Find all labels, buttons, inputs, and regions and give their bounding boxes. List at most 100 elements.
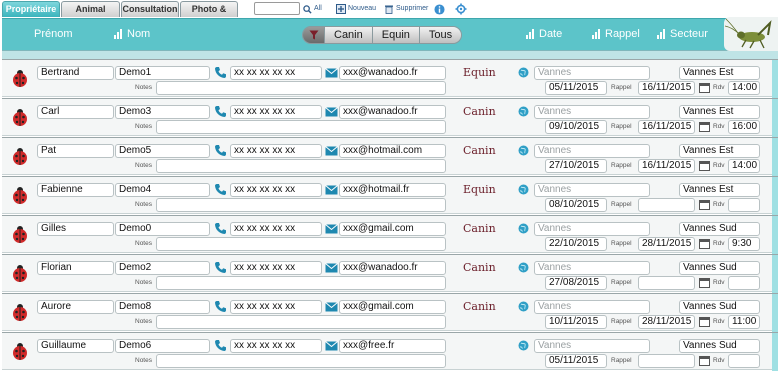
filter-canin-button[interactable]: Canin [325, 27, 373, 43]
notes-field[interactable] [156, 198, 446, 212]
reminder-field[interactable]: 16/11/2015 [638, 81, 695, 95]
globe-icon[interactable] [518, 340, 529, 351]
header-sector-sort[interactable]: Secteur [657, 28, 708, 40]
globe-icon[interactable] [518, 106, 529, 117]
city-field[interactable]: Vannes [534, 222, 650, 236]
phone-icon[interactable] [214, 105, 227, 118]
rdv-field[interactable]: 9:30 [728, 237, 760, 251]
globe-icon[interactable] [518, 262, 529, 273]
info-button[interactable] [434, 2, 445, 16]
email-icon[interactable] [325, 224, 338, 234]
phone-icon[interactable] [214, 339, 227, 352]
reminder-field[interactable] [638, 276, 695, 290]
email-icon[interactable] [325, 68, 338, 78]
calendar-icon[interactable] [699, 355, 710, 366]
sector-field[interactable]: Vannes Sud [679, 261, 760, 275]
new-button[interactable]: Nouveau [336, 2, 376, 16]
firstname-field[interactable]: Guillaume [37, 339, 114, 353]
globe-icon[interactable] [518, 67, 529, 78]
list-item[interactable]: Fabienne Demo4 xx xx xx xx xx xxx@hotmai… [2, 176, 778, 215]
firstname-field[interactable]: Bertrand [37, 66, 114, 80]
phone-field[interactable]: xx xx xx xx xx [230, 300, 322, 314]
phone-field[interactable]: xx xx xx xx xx [230, 105, 322, 119]
email-field[interactable]: xxx@hotmail.fr [339, 183, 446, 197]
calendar-icon[interactable] [699, 238, 710, 249]
lastname-field[interactable]: Demo6 [115, 339, 210, 353]
phone-icon[interactable] [214, 66, 227, 79]
notes-field[interactable] [156, 354, 446, 368]
reminder-field[interactable] [638, 354, 695, 368]
sector-field[interactable]: Vannes Est [679, 66, 760, 80]
rdv-field[interactable] [728, 354, 760, 368]
lastname-field[interactable]: Demo8 [115, 300, 210, 314]
phone-icon[interactable] [214, 222, 227, 235]
date-field[interactable]: 08/10/2015 [545, 198, 607, 212]
email-icon[interactable] [325, 263, 338, 273]
lastname-field[interactable]: Demo4 [115, 183, 210, 197]
sector-field[interactable]: Vannes Sud [679, 222, 760, 236]
city-field[interactable]: Vannes [534, 339, 650, 353]
sector-field[interactable]: Vannes Est [679, 144, 760, 158]
firstname-field[interactable]: Fabienne [37, 183, 114, 197]
globe-icon[interactable] [518, 184, 529, 195]
header-date-sort[interactable]: Date [526, 28, 562, 40]
lastname-field[interactable]: Demo2 [115, 261, 210, 275]
notes-field[interactable] [156, 120, 446, 134]
list-item[interactable]: Pat Demo5 xx xx xx xx xx xxx@hotmail.com… [2, 137, 778, 176]
phone-field[interactable]: xx xx xx xx xx [230, 144, 322, 158]
filter-equin-button[interactable]: Equin [372, 27, 420, 43]
calendar-icon[interactable] [699, 160, 710, 171]
city-field[interactable]: Vannes [534, 183, 650, 197]
phone-icon[interactable] [214, 144, 227, 157]
phone-field[interactable]: xx xx xx xx xx [230, 183, 322, 197]
lastname-field[interactable]: Demo3 [115, 105, 210, 119]
date-field[interactable]: 09/10/2015 [545, 120, 607, 134]
date-field[interactable]: 05/11/2015 [545, 354, 607, 368]
notes-field[interactable] [156, 159, 446, 173]
firstname-field[interactable]: Pat [37, 144, 114, 158]
search-all-button[interactable]: All [303, 2, 322, 16]
list-item[interactable]: Aurore Demo8 xx xx xx xx xx xxx@gmail.co… [2, 293, 778, 332]
firstname-field[interactable]: Aurore [37, 300, 114, 314]
email-field[interactable]: xxx@wanadoo.fr [339, 105, 446, 119]
globe-icon[interactable] [518, 145, 529, 156]
header-lastname-sort[interactable]: Nom [114, 28, 150, 40]
list-item[interactable]: Guillaume Demo6 xx xx xx xx xx xxx@free.… [2, 332, 778, 371]
reminder-field[interactable]: 28/11/2015 [638, 315, 695, 329]
phone-icon[interactable] [214, 261, 227, 274]
calendar-icon[interactable] [699, 82, 710, 93]
sector-field[interactable]: Vannes Est [679, 183, 760, 197]
notes-field[interactable] [156, 237, 446, 251]
city-field[interactable]: Vannes [534, 144, 650, 158]
email-field[interactable]: xxx@hotmail.com [339, 144, 446, 158]
filter-tous-button[interactable]: Tous [419, 27, 462, 43]
firstname-field[interactable]: Gilles [37, 222, 114, 236]
reminder-field[interactable] [638, 198, 695, 212]
sector-field[interactable]: Vannes Sud [679, 300, 760, 314]
tab-photo-video[interactable]: Photo & Vidéo [180, 1, 238, 29]
globe-icon[interactable] [518, 223, 529, 234]
city-field[interactable]: Vannes [534, 105, 650, 119]
phone-icon[interactable] [214, 300, 227, 313]
lastname-field[interactable]: Demo1 [115, 66, 210, 80]
search-input[interactable] [254, 2, 300, 15]
city-field[interactable]: Vannes [534, 66, 650, 80]
list-item[interactable]: Bertrand Demo1 xx xx xx xx xx xxx@wanado… [2, 59, 778, 98]
city-field[interactable]: Vannes [534, 261, 650, 275]
email-icon[interactable] [325, 341, 338, 351]
phone-field[interactable]: xx xx xx xx xx [230, 66, 322, 80]
list-item[interactable]: Florian Demo2 xx xx xx xx xx xxx@wanadoo… [2, 254, 778, 293]
calendar-icon[interactable] [699, 316, 710, 327]
lastname-field[interactable]: Demo5 [115, 144, 210, 158]
sector-field[interactable]: Vannes Sud [679, 339, 760, 353]
notes-field[interactable] [156, 276, 446, 290]
firstname-field[interactable]: Florian [37, 261, 114, 275]
date-field[interactable]: 05/11/2015 [545, 81, 607, 95]
settings-button[interactable] [455, 2, 467, 16]
globe-icon[interactable] [518, 301, 529, 312]
firstname-field[interactable]: Carl [37, 105, 114, 119]
email-field[interactable]: xxx@gmail.com [339, 222, 446, 236]
email-field[interactable]: xxx@gmail.com [339, 300, 446, 314]
filter-button[interactable] [303, 27, 325, 43]
rdv-field[interactable]: 14:00 [728, 81, 760, 95]
